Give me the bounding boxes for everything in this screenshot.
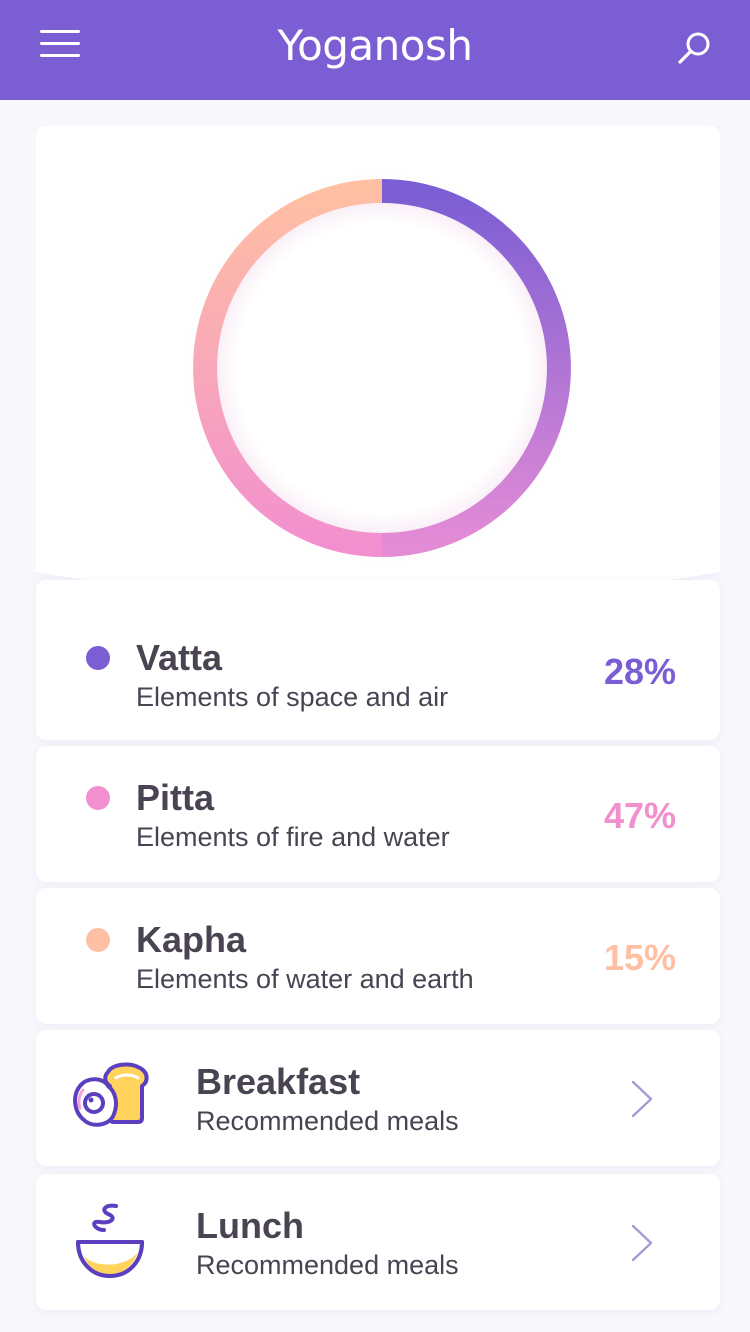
dosha-description: Elements of fire and water — [136, 822, 450, 852]
chevron-right-icon[interactable] — [630, 1224, 654, 1262]
meal-row-breakfast[interactable]: Breakfast Recommended meals — [36, 1030, 720, 1166]
dosha-description: Elements of water and earth — [136, 964, 474, 994]
vatta-color-dot — [86, 646, 110, 670]
lunch-bowl-icon — [76, 1203, 144, 1278]
dosha-percent: 28% — [603, 651, 676, 692]
dosha-chart-card — [36, 126, 720, 606]
dosha-row-vatta[interactable]: Vatta Elements of space and air 28% — [36, 580, 720, 740]
chevron-right-icon[interactable] — [630, 1080, 654, 1118]
dosha-description: Elements of space and air — [136, 682, 449, 712]
meal-description: Recommended meals — [196, 1250, 459, 1280]
dosha-donut-chart — [177, 163, 587, 573]
dosha-percent: 47% — [603, 795, 676, 836]
pitta-color-dot — [86, 786, 110, 810]
dosha-name: Pitta — [136, 777, 215, 818]
search-icon[interactable] — [676, 28, 716, 68]
top-app-bar: Yoganosh — [0, 0, 750, 100]
kapha-color-dot — [86, 928, 110, 952]
meal-description: Recommended meals — [196, 1106, 459, 1136]
breakfast-egg-toast-icon — [73, 1062, 149, 1127]
meal-row-lunch[interactable]: Lunch Recommended meals — [36, 1174, 720, 1310]
meal-name: Lunch — [196, 1205, 304, 1246]
dosha-row-kapha[interactable]: Kapha Elements of water and earth 15% — [36, 888, 720, 1024]
dosha-name: Kapha — [136, 919, 247, 960]
dosha-name: Vatta — [136, 637, 223, 678]
dosha-percent: 15% — [603, 937, 676, 978]
meal-name: Breakfast — [196, 1061, 361, 1102]
dosha-row-pitta[interactable]: Pitta Elements of fire and water 47% — [36, 746, 720, 882]
app-title: Yoganosh — [277, 21, 474, 70]
